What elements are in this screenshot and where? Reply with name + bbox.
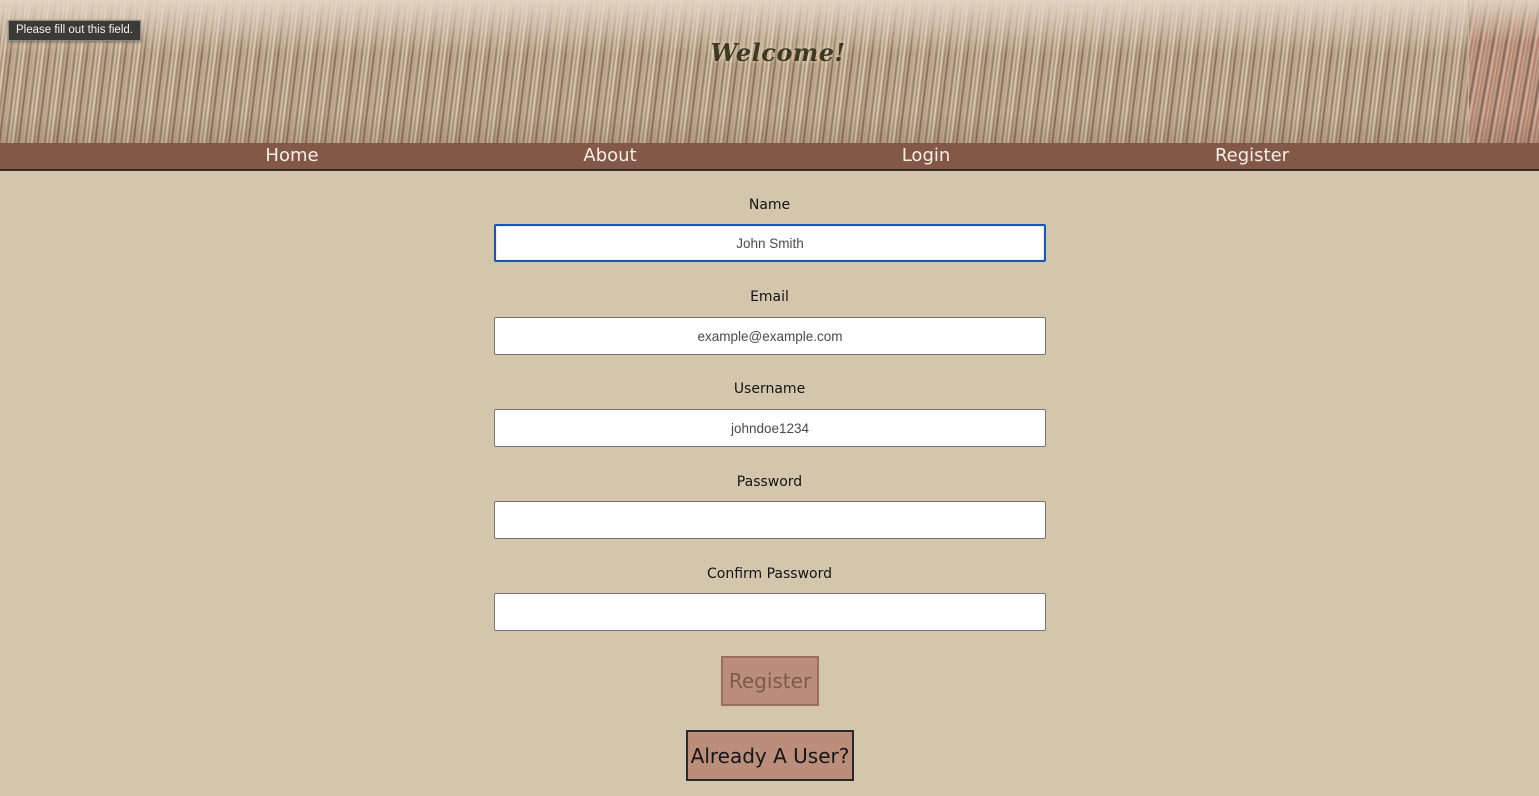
page-title: Welcome! (710, 38, 846, 67)
password-label: Password (736, 474, 803, 490)
header-banner: Welcome! (0, 0, 1539, 143)
email-field[interactable] (494, 317, 1046, 355)
nav-item-login[interactable]: Login (902, 144, 951, 168)
nav-item-register[interactable]: Register (1215, 144, 1289, 168)
already-user-button[interactable]: Already A User? (686, 730, 854, 781)
nav-item-about[interactable]: About (583, 144, 636, 168)
confirm-password-field[interactable] (494, 593, 1046, 631)
name-label: Name (748, 197, 791, 213)
nav-item-home[interactable]: Home (265, 144, 318, 168)
confirm-password-label: Confirm Password (706, 566, 833, 582)
register-button[interactable]: Register (721, 656, 819, 706)
name-field[interactable] (494, 224, 1046, 262)
username-field[interactable] (494, 409, 1046, 447)
validation-tooltip: Please fill out this field. (8, 20, 141, 41)
email-label: Email (750, 289, 789, 305)
username-label: Username (733, 381, 806, 397)
password-field[interactable] (494, 501, 1046, 539)
main-nav: Home About Login Register (0, 143, 1539, 171)
